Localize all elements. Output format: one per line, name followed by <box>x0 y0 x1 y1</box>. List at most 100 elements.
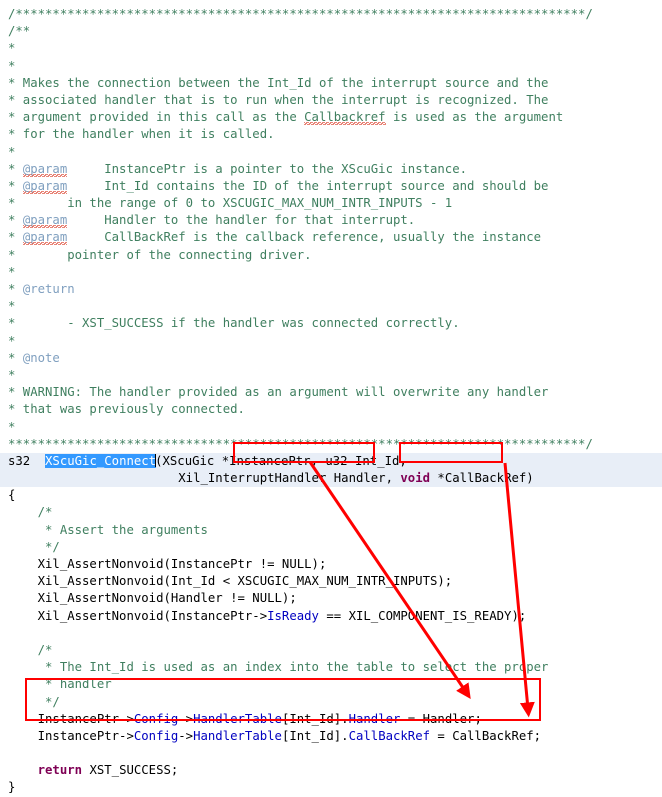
code-token: is used as the argument <box>385 110 564 125</box>
code-token: Callbackref <box>304 110 386 126</box>
signature-params-first: (XScuGic *InstancePtr, u32 Int_Id, <box>155 453 407 468</box>
comment-line[interactable]: * @return <box>0 281 662 298</box>
code-line[interactable]: } <box>0 779 662 796</box>
comment-line[interactable]: * that was previously connected. <box>0 401 662 418</box>
code-line[interactable]: * The Int_Id is used as an index into th… <box>0 659 662 676</box>
code-token: /***************************************… <box>8 7 593 21</box>
comment-line[interactable]: * <box>0 419 662 436</box>
selected-function-name[interactable]: XScuGic_Connect <box>45 453 157 468</box>
comment-line[interactable]: * for the handler when it is called. <box>0 126 662 143</box>
code-line[interactable]: * handler <box>0 676 662 693</box>
signature-indent <box>8 471 178 485</box>
code-token: * WARNING: The handler provided as an ar… <box>8 385 549 400</box>
code-line[interactable]: return XST_SUCCESS; <box>0 762 662 779</box>
code-token: * <box>8 299 16 314</box>
code-token: = CallBackRef; <box>430 728 542 743</box>
code-token: Xil_AssertNonvoid(InstancePtr != NULL); <box>8 557 327 571</box>
comment-line[interactable]: * WARNING: The handler provided as an ar… <box>0 384 662 401</box>
code-line[interactable]: Xil_AssertNonvoid(Handler != NULL); <box>0 590 662 607</box>
comment-line[interactable]: * - XST_SUCCESS if the handler was conne… <box>0 315 662 332</box>
comment-line[interactable]: * pointer of the connecting driver. <box>0 247 662 264</box>
param-handler-type: Xil_InterruptHandler <box>178 471 327 486</box>
code-token: @param <box>22 161 68 177</box>
code-token: * - XST_SUCCESS if the handler was conne… <box>8 316 460 331</box>
code-token: HandlerTable <box>193 728 282 743</box>
signature-close-paren: ) <box>526 471 534 486</box>
code-token: /* <box>8 505 53 520</box>
code-token: InstancePtr is a pointer to the XScuGic … <box>67 161 468 176</box>
code-line[interactable]: Xil_AssertNonvoid(InstancePtr->IsReady =… <box>0 608 662 625</box>
code-token: * <box>8 213 23 228</box>
code-line[interactable] <box>0 625 662 642</box>
code-token: * associated handler that is to run when… <box>8 92 549 107</box>
comment-line[interactable]: * @param Int_Id contains the ID of the i… <box>0 178 662 195</box>
code-token: return <box>37 763 83 778</box>
comment-line[interactable]: * <box>0 58 662 75</box>
param-handler-name: Handler <box>326 471 386 486</box>
code-token: */ <box>8 694 60 709</box>
comment-line[interactable]: * @param Handler to the handler for that… <box>0 212 662 229</box>
code-token: * <box>8 419 16 434</box>
code-token: * The Int_Id is used as an index into th… <box>8 660 549 675</box>
code-token: * <box>8 41 16 56</box>
code-token: CallBackRef <box>348 728 431 743</box>
comment-line[interactable]: ****************************************… <box>0 436 662 453</box>
code-token: Int_Id contains the ID of the interrupt … <box>67 178 549 193</box>
code-token: @note <box>22 350 60 365</box>
code-line[interactable]: /* <box>0 504 662 521</box>
code-line[interactable]: InstancePtr->Config->HandlerTable[Int_Id… <box>0 728 662 745</box>
return-type: s32 <box>8 453 31 468</box>
code-token: Handler <box>348 711 401 726</box>
comment-line[interactable]: * in the range of 0 to XSCUGIC_MAX_NUM_I… <box>0 195 662 212</box>
code-token: * Makes the connection between the Int_I… <box>8 75 549 90</box>
code-token: Handler to the handler for that interrup… <box>67 213 416 228</box>
comment-line[interactable]: * @note <box>0 350 662 367</box>
code-token: * <box>8 144 16 159</box>
code-token: /* <box>8 642 53 657</box>
code-token: * <box>8 178 23 193</box>
code-token: * handler <box>8 677 112 692</box>
code-token: * for the handler when it is called. <box>8 127 275 142</box>
code-line[interactable]: Xil_AssertNonvoid(InstancePtr != NULL); <box>0 556 662 573</box>
code-line[interactable] <box>0 745 662 762</box>
comment-line[interactable]: * @param CallBackRef is the callback ref… <box>0 229 662 246</box>
code-token: * <box>8 230 23 245</box>
comment-line[interactable]: * argument provided in this call as the … <box>0 109 662 126</box>
code-line[interactable]: * Assert the arguments <box>0 522 662 539</box>
code-token: [Int_Id]. <box>281 728 349 743</box>
code-token: */ <box>8 539 60 554</box>
comment-line[interactable]: * <box>0 40 662 57</box>
comment-line[interactable]: * <box>0 144 662 161</box>
comment-line[interactable]: /** <box>0 23 662 40</box>
comment-line[interactable]: * associated handler that is to run when… <box>0 92 662 109</box>
comment-line[interactable]: /***************************************… <box>0 6 662 23</box>
comment-line[interactable]: * <box>0 367 662 384</box>
code-line[interactable]: /* <box>0 642 662 659</box>
comment-line[interactable]: * <box>0 333 662 350</box>
code-line[interactable]: { <box>0 487 662 504</box>
code-line[interactable]: */ <box>0 694 662 711</box>
comment-line[interactable]: * <box>0 298 662 315</box>
code-token: Xil_AssertNonvoid(Int_Id < XSCUGIC_MAX_N… <box>8 574 453 589</box>
code-token: @param <box>22 230 68 246</box>
code-editor-view[interactable]: /***************************************… <box>0 0 662 794</box>
code-line[interactable]: Xil_AssertNonvoid(Int_Id < XSCUGIC_MAX_N… <box>0 573 662 590</box>
code-token: [Int_Id]. <box>281 711 349 726</box>
code-token: * <box>8 350 23 365</box>
comment-line[interactable]: * <box>0 264 662 281</box>
code-line[interactable]: */ <box>0 539 662 556</box>
code-token: Xil_AssertNonvoid(InstancePtr-> <box>8 608 268 623</box>
code-token: -> <box>178 711 194 726</box>
code-line[interactable]: InstancePtr->Config->HandlerTable[Int_Id… <box>0 711 662 728</box>
comment-line[interactable]: * @param InstancePtr is a pointer to the… <box>0 161 662 178</box>
code-token: @param <box>22 178 68 194</box>
function-signature-line[interactable]: s32 XScuGic_Connect(XScuGic *InstancePtr… <box>0 452 662 471</box>
source-code-text[interactable]: /***************************************… <box>0 0 662 797</box>
code-token: * <box>8 264 16 279</box>
code-token: XST_SUCCESS; <box>82 763 179 778</box>
comment-line[interactable]: * Makes the connection between the Int_I… <box>0 75 662 92</box>
code-token: Config <box>133 728 179 743</box>
code-token: * that was previously connected. <box>8 402 245 417</box>
function-signature-continuation-line[interactable]: Xil_InterruptHandler Handler, void *Call… <box>0 470 662 488</box>
